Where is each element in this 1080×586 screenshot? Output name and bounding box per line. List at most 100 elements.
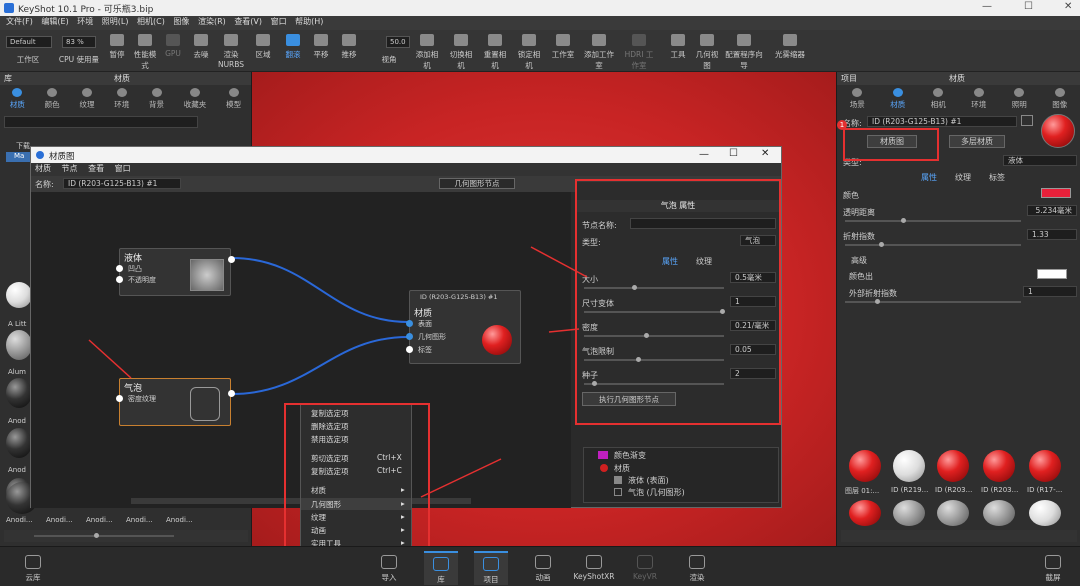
tab-lighting[interactable]: 照明 [1012,88,1027,110]
ext-refraction-input[interactable]: 1 [1023,286,1077,297]
import-button[interactable]: 导入 [374,555,404,583]
refraction-input[interactable]: 1.33 [1027,229,1077,240]
menu-edit[interactable]: 编辑(E) [41,17,68,26]
bubble-limit-input[interactable]: 0.05 [730,344,776,355]
geometry-view-button[interactable]: 几何视图 [694,34,720,71]
node-input-port[interactable] [116,265,123,272]
menu-copy-selected-2[interactable]: 复制选定项 [311,466,349,477]
menu-image[interactable]: 图像 [173,17,189,26]
project-material-thumb[interactable] [937,450,969,482]
add-studio-button[interactable]: 添加工作室 [584,34,614,71]
props-tab-textures[interactable]: 纹理 [696,256,712,267]
project-material-thumb[interactable] [893,500,925,526]
project-material-thumb[interactable] [849,500,881,526]
node-input-port[interactable] [406,346,413,353]
configurator-wizard-button[interactable]: 配置程序向导 [724,34,764,71]
project-material-thumb[interactable] [983,500,1015,526]
reset-camera-button[interactable]: 重置相机 [482,34,508,71]
subtab-properties[interactable]: 属性 [921,172,937,183]
material-thumb[interactable] [6,330,32,360]
dialog-minimize-icon[interactable]: — [699,149,709,160]
dialog-close-icon[interactable]: ✕ [761,148,769,159]
performance-mode-button[interactable]: 性能模式 [132,34,158,71]
tab-environment[interactable]: 环境 [971,88,986,110]
seed-slider[interactable] [584,381,724,386]
tree-root-downloads[interactable]: 下载 [16,141,30,151]
props-tab-properties[interactable]: 属性 [662,256,678,267]
tab-colors[interactable]: 颜色 [45,88,60,110]
node-input-port[interactable] [406,333,413,340]
maximize-icon[interactable]: ☐ [1024,1,1033,12]
menu-disable-selected[interactable]: 禁用选定项 [311,434,349,445]
tab-scene[interactable]: 场景 [850,88,865,110]
add-camera-button[interactable]: 添加相机 [414,34,440,71]
save-icon[interactable] [1021,115,1033,126]
advanced-section[interactable]: 高级 [851,255,867,266]
tree-item[interactable]: 材质 [614,463,630,474]
material-type-select[interactable]: 液体 [1003,155,1077,166]
cloud-library-button[interactable]: 云库 [18,555,48,583]
menu-cut-selected[interactable]: 剪切选定项 [311,453,349,464]
hdri-studio-button[interactable]: HDRI 工作室 [622,34,656,71]
tab-favorites[interactable]: 收藏夹 [184,88,206,110]
menu-material[interactable]: 材质 [311,485,326,496]
project-material-thumb[interactable] [1029,450,1061,482]
minimize-icon[interactable]: — [982,1,992,12]
tab-materials[interactable]: 材质 [10,88,25,110]
render-button[interactable]: 渲染 [682,555,712,583]
tree-item[interactable]: 颜色渐变 [614,450,646,461]
project-material-thumb[interactable] [849,450,881,482]
node-input-port[interactable] [406,320,413,327]
bubble-limit-slider[interactable] [584,357,724,362]
tab-models[interactable]: 模型 [226,88,241,110]
node-output-port[interactable] [228,256,235,263]
geometry-node-button[interactable]: 几何图形节点 [439,178,515,189]
color-swatch[interactable] [1041,188,1071,198]
menu-animation[interactable]: 动画 [311,525,326,536]
ext-refraction-slider[interactable] [845,299,1021,304]
node-bubble[interactable]: 气泡 密度纹理 [116,378,235,426]
node-output-port[interactable] [228,390,235,397]
menu-view[interactable]: 查看(V) [234,17,262,26]
material-name-input[interactable]: ID (R203-G125-B13) #1 [867,116,1017,127]
tree-item[interactable]: 液体 (表面) [628,475,669,486]
library-search-input[interactable] [4,116,198,128]
multi-material-button[interactable]: 多层材质 [949,135,1005,148]
tumble-button[interactable]: 翻滚 [280,34,306,60]
material-thumb[interactable] [6,282,32,308]
menu-help[interactable]: 帮助(H) [295,17,323,26]
project-material-thumb[interactable] [893,450,925,482]
close-icon[interactable]: ✕ [1064,1,1072,12]
material-graph-button[interactable]: 材质图 [867,135,917,148]
workspace-preset-select[interactable]: Default [6,36,52,48]
fov-input[interactable]: 50.0 [386,36,410,48]
tools-button[interactable]: 工具 [666,34,690,60]
workspace-label[interactable]: 工作区 [4,54,52,65]
node-input-port[interactable] [116,395,123,402]
node-input-port[interactable] [116,276,123,283]
tab-image[interactable]: 图像 [1052,88,1067,110]
dialog-name-input[interactable]: ID (R203-G125-B13) #1 [63,178,181,189]
pan-button[interactable]: 平移 [308,34,334,60]
material-thumb[interactable] [6,428,32,458]
keyshotxr-button[interactable]: KeyShotXR [572,555,616,581]
menu-window[interactable]: 窗口 [271,17,287,26]
tab-material[interactable]: 材质 [890,88,905,110]
scale-variation-slider[interactable] [584,309,725,314]
material-preview[interactable] [1041,114,1075,148]
denoise-button[interactable]: 去噪 [188,34,214,60]
project-button[interactable]: 项目 [474,551,508,585]
color-out-swatch[interactable] [1037,269,1067,279]
size-slider[interactable] [584,285,724,290]
render-nurbs-button[interactable]: 渲染NURBS [216,34,246,69]
transparency-input[interactable]: 5.234毫米 [1027,205,1077,216]
menu-file[interactable]: 文件(F) [6,17,33,26]
menu-render[interactable]: 渲染(R) [198,17,226,26]
refraction-slider[interactable] [845,242,1021,247]
switch-camera-button[interactable]: 切换相机 [448,34,474,71]
project-material-thumb[interactable] [1029,500,1061,526]
menu-geometry[interactable]: 几何图形 [311,499,341,510]
menu-lighting[interactable]: 照明(L) [102,17,129,26]
node-type-select[interactable]: 气泡 [740,235,776,246]
tab-backplates[interactable]: 背景 [149,88,164,110]
